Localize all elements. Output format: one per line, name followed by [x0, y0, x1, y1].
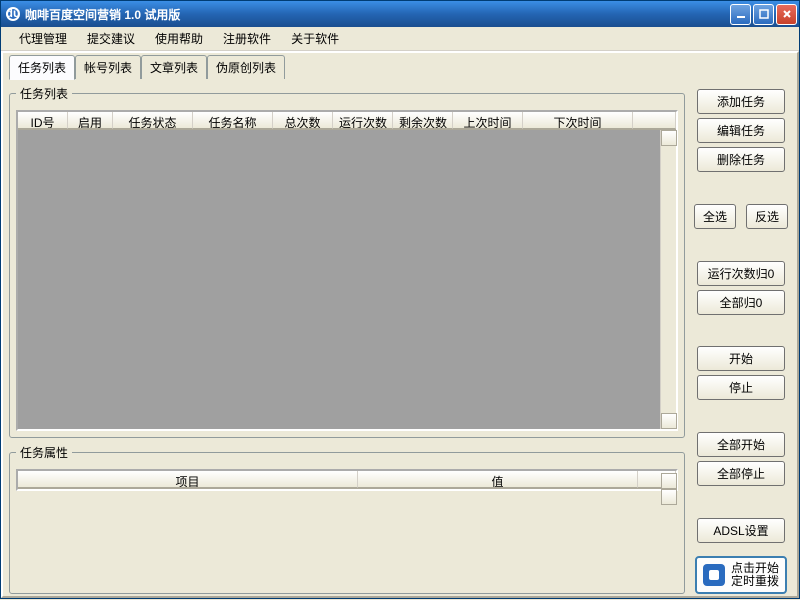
svg-text:du: du [6, 6, 21, 20]
invert-select-button[interactable]: 反选 [746, 204, 788, 229]
task-column-header[interactable]: ID号启用任务状态任务名称总次数运行次数剩余次数上次时间下次时间 [18, 112, 676, 130]
task-col-1[interactable]: 启用 [68, 112, 113, 129]
tab-tasklist[interactable]: 任务列表 [9, 55, 75, 80]
main-panel: 任务列表 ID号启用任务状态任务名称总次数运行次数剩余次数上次时间下次时间 任务… [3, 79, 797, 600]
redial-button[interactable]: 点击开始 定时重拨 [695, 556, 787, 594]
tab-accountlist[interactable]: 帐号列表 [75, 55, 141, 79]
tab-strip: 任务列表 帐号列表 文章列表 伪原创列表 [9, 55, 797, 79]
stop-icon [703, 564, 725, 586]
task-col-7[interactable]: 上次时间 [453, 112, 523, 129]
start-all-button[interactable]: 全部开始 [697, 432, 785, 457]
reset-runcount-button[interactable]: 运行次数归0 [697, 261, 785, 286]
right-column: 添加任务 编辑任务 删除任务 全选 反选 运行次数归0 全部归0 开始 停止 全… [691, 85, 791, 594]
tab-articlelist[interactable]: 文章列表 [141, 55, 207, 79]
stop-button[interactable]: 停止 [697, 375, 785, 400]
task-col-2[interactable]: 任务状态 [113, 112, 193, 129]
add-task-button[interactable]: 添加任务 [697, 89, 785, 114]
task-col-3[interactable]: 任务名称 [193, 112, 273, 129]
app-icon: du [5, 6, 21, 22]
tasklist-group: 任务列表 ID号启用任务状态任务名称总次数运行次数剩余次数上次时间下次时间 [9, 85, 685, 438]
task-col-0[interactable]: ID号 [18, 112, 68, 129]
delete-task-button[interactable]: 删除任务 [697, 147, 785, 172]
menu-about[interactable]: 关于软件 [281, 27, 349, 50]
title-bar: du 咖啡百度空间营销 1.0 试用版 [1, 1, 799, 27]
window-controls [730, 4, 797, 25]
menu-register[interactable]: 注册软件 [213, 27, 281, 50]
adsl-settings-button[interactable]: ADSL设置 [697, 518, 785, 543]
maximize-button[interactable] [753, 4, 774, 25]
client-area: 任务列表 帐号列表 文章列表 伪原创列表 任务列表 ID号启用任务状态任务名称总… [1, 51, 799, 598]
edit-task-button[interactable]: 编辑任务 [697, 118, 785, 143]
window-title: 咖啡百度空间营销 1.0 试用版 [25, 6, 730, 23]
taskprop-group: 任务属性 项目值 [9, 444, 685, 594]
start-button[interactable]: 开始 [697, 346, 785, 371]
task-col-5[interactable]: 运行次数 [333, 112, 393, 129]
prop-listview[interactable]: 项目值 [16, 469, 678, 491]
left-column: 任务列表 ID号启用任务状态任务名称总次数运行次数剩余次数上次时间下次时间 任务… [9, 85, 685, 594]
redial-label: 点击开始 定时重拨 [731, 562, 779, 588]
prop-col-1[interactable]: 值 [358, 471, 638, 488]
task-col-4[interactable]: 总次数 [273, 112, 333, 129]
task-col-8[interactable]: 下次时间 [523, 112, 633, 129]
taskprop-legend: 任务属性 [16, 444, 72, 461]
menu-bar: 代理管理 提交建议 使用帮助 注册软件 关于软件 [1, 27, 799, 51]
select-all-button[interactable]: 全选 [694, 204, 736, 229]
menu-suggest[interactable]: 提交建议 [77, 27, 145, 50]
prop-column-header[interactable]: 项目值 [18, 471, 676, 489]
prop-col-0[interactable]: 项目 [18, 471, 358, 488]
stop-all-button[interactable]: 全部停止 [697, 461, 785, 486]
tasklist-legend: 任务列表 [16, 85, 72, 102]
minimize-button[interactable] [730, 4, 751, 25]
tab-pseudolist[interactable]: 伪原创列表 [207, 55, 285, 79]
menu-proxy[interactable]: 代理管理 [9, 27, 77, 50]
task-col-6[interactable]: 剩余次数 [393, 112, 453, 129]
menu-help[interactable]: 使用帮助 [145, 27, 213, 50]
reset-all-button[interactable]: 全部归0 [697, 290, 785, 315]
close-button[interactable] [776, 4, 797, 25]
scrollbar-vertical[interactable] [660, 130, 676, 429]
task-listview[interactable]: ID号启用任务状态任务名称总次数运行次数剩余次数上次时间下次时间 [16, 110, 678, 431]
